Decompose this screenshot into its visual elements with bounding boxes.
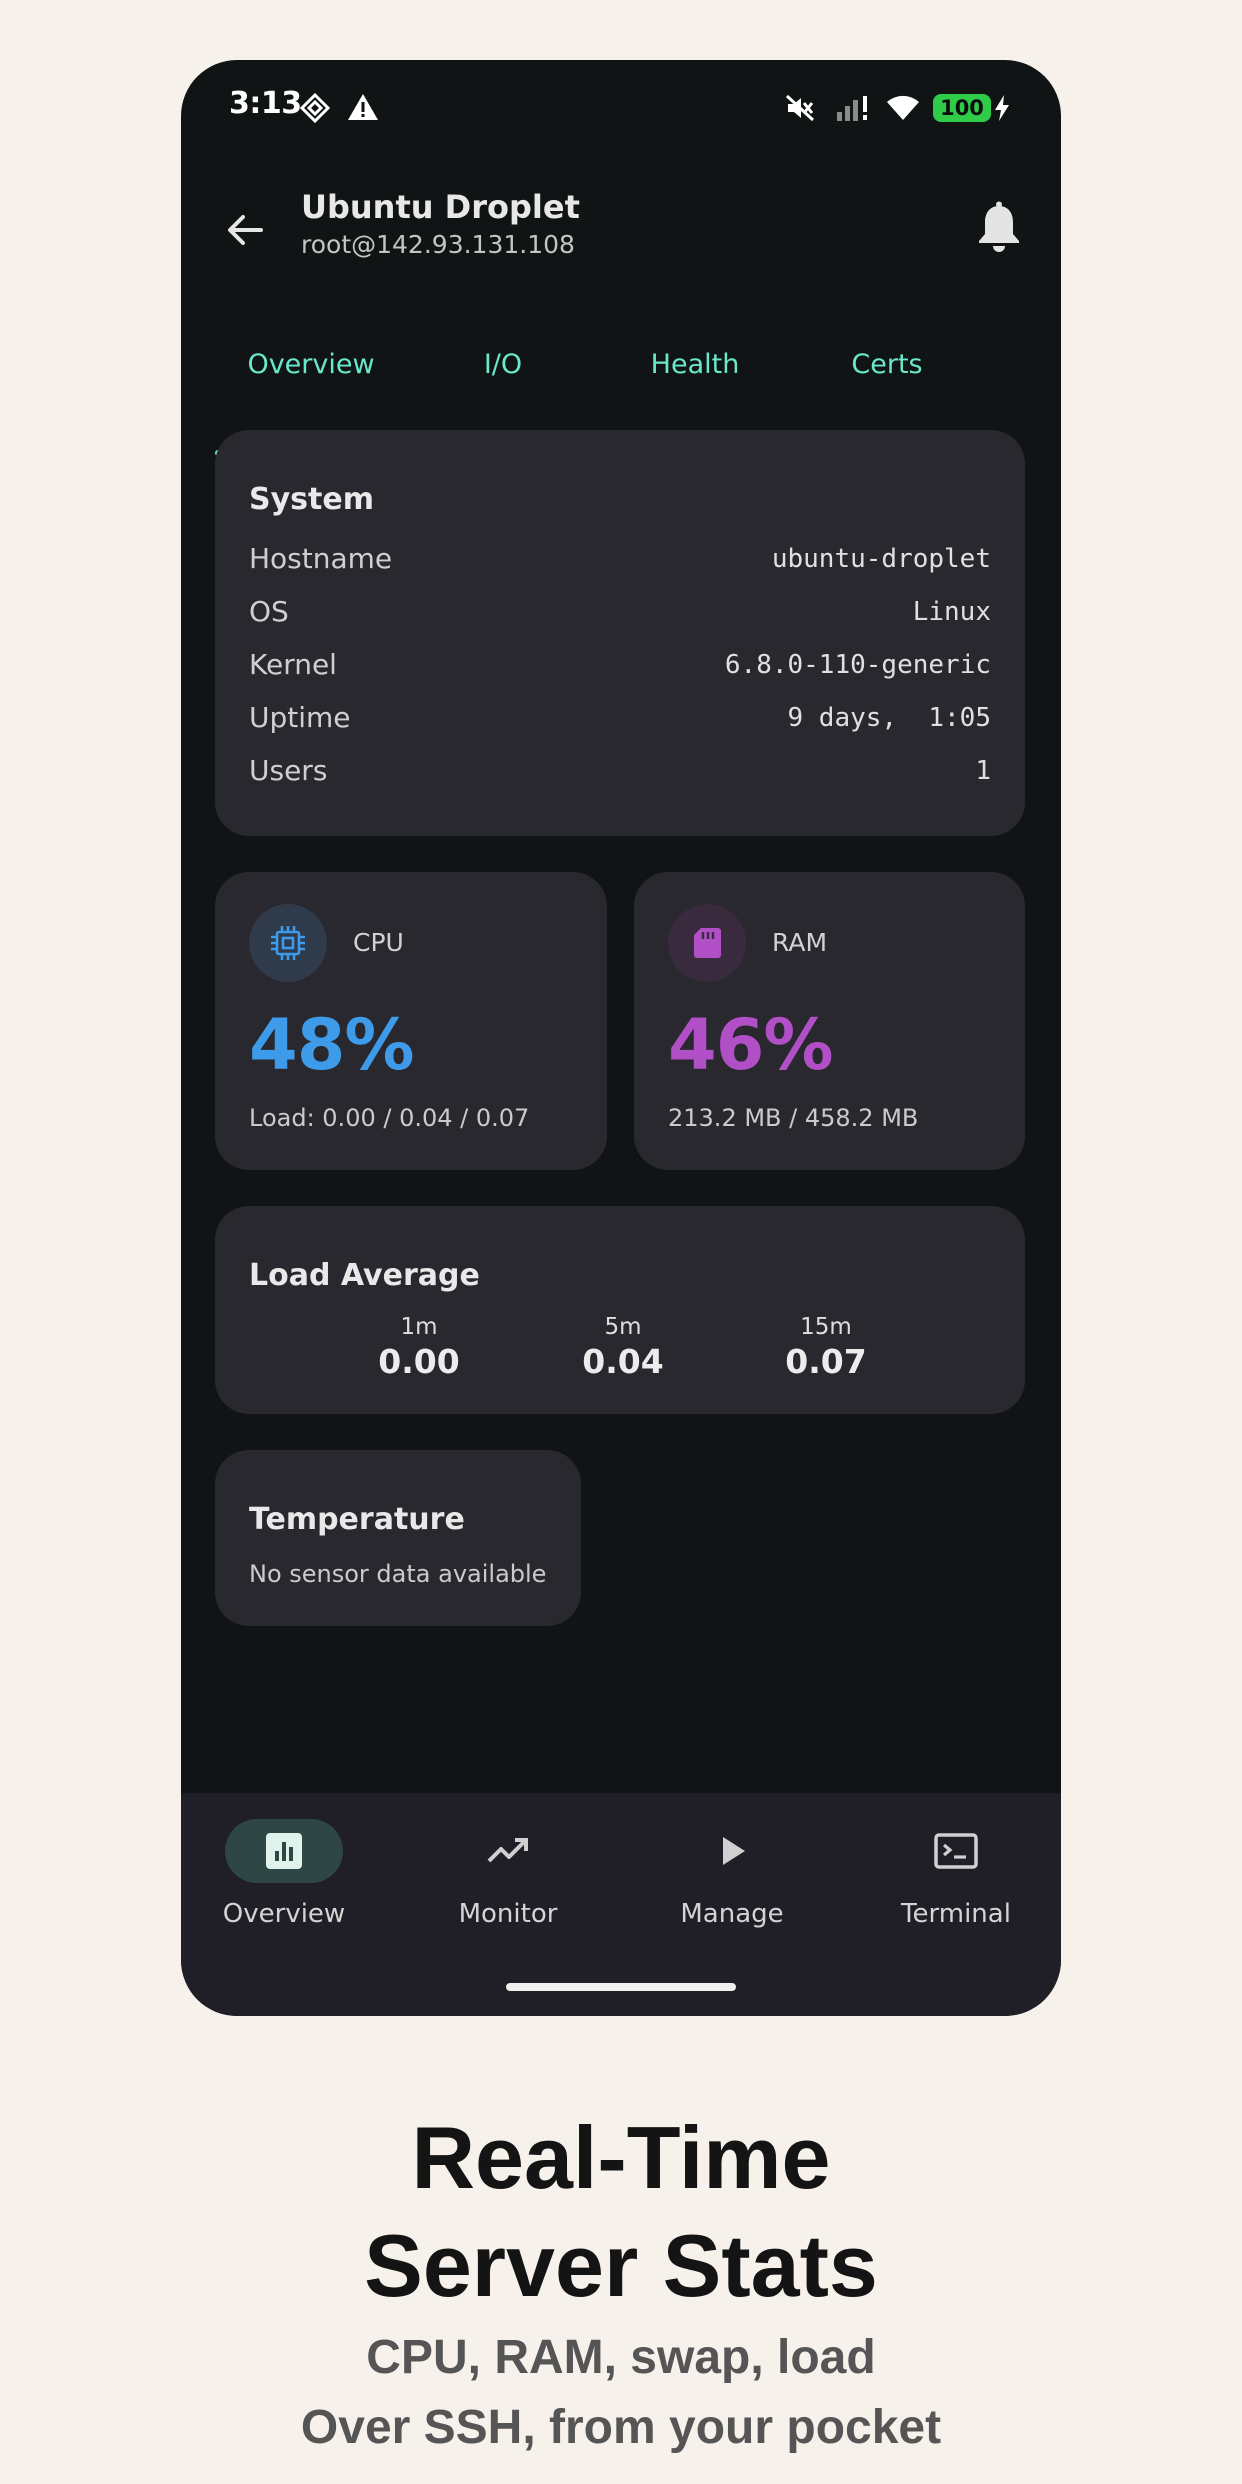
row-label: Kernel [249,648,337,681]
status-time: 3:13 [229,86,302,121]
cpu-load: Load: 0.00 / 0.04 / 0.07 [249,1104,530,1132]
bar-chart-icon [266,1833,302,1869]
promo-title-line2: Server Stats [364,2216,878,2315]
ram-percent: 46% [668,1004,834,1086]
arrow-back-icon[interactable] [217,202,273,258]
nav-active-pill [225,1819,343,1883]
nav-pill [449,1819,567,1883]
wifi-icon [887,95,919,120]
temperature-title: Temperature [249,1502,465,1537]
cpu-card[interactable]: CPU 48% Load: 0.00 / 0.04 / 0.07 [215,872,607,1170]
row-label: Hostname [249,542,393,575]
cpu-chip-icon [271,926,305,960]
load-value: 0.07 [785,1342,867,1381]
server-address: root@142.93.131.108 [301,230,575,259]
load-average-title: Load Average [249,1258,480,1293]
temperature-message: No sensor data available [249,1560,547,1588]
nav-manage[interactable]: Manage [632,1819,832,1929]
row-value: 9 days, 1:05 [787,703,992,733]
nav-overview[interactable]: Overview [184,1819,384,1929]
terminal-icon [934,1833,978,1869]
charging-icon [995,95,1009,121]
load-key: 5m [604,1314,642,1340]
load-1m: 1m 0.00 [339,1314,499,1381]
load-key: 1m [400,1314,438,1340]
signal-icon [837,96,867,121]
ram-usage: 213.2 MB / 458.2 MB [668,1104,919,1132]
row-value: Linux [912,597,991,627]
tab-health[interactable]: Health [599,322,791,408]
nav-monitor[interactable]: Monitor [408,1819,608,1929]
home-indicator[interactable] [506,1983,736,1991]
promo-subtitle-line2: Over SSH, from your pocket [300,2401,942,2454]
tab-io[interactable]: I/O [407,322,599,408]
row-value: 1 [975,756,991,786]
ram-card[interactable]: RAM 46% 213.2 MB / 458.2 MB [634,872,1025,1170]
nav-terminal[interactable]: Terminal [856,1819,1056,1929]
cpu-percent: 48% [249,1004,415,1086]
ram-label: RAM [772,928,828,957]
load-value: 0.00 [378,1342,460,1381]
row-label: Users [249,754,328,787]
bottom-navigation: Overview Monitor Manage Terminal [181,1793,1061,2016]
system-title: System [249,482,374,517]
status-bar: 3:13 100 [181,60,1061,160]
row-label: Uptime [249,701,351,734]
load-5m: 5m 0.04 [543,1314,703,1381]
trending-up-icon [487,1838,528,1863]
load-average-card: Load Average 1m 0.00 5m 0.04 15m 0.07 [215,1206,1025,1414]
row-label: OS [249,595,289,628]
server-title: Ubuntu Droplet [301,188,580,226]
promo-title-line1: Real-Time [411,2108,831,2207]
memory-card-icon [694,928,721,958]
battery-icon: 100 [933,94,991,122]
mute-icon [785,94,815,122]
cpu-icon-badge [249,904,327,982]
tab-certs[interactable]: Certs [791,322,983,408]
row-value: 6.8.0-110-generic [724,650,991,680]
cpu-label: CPU [353,928,404,957]
ram-icon-badge [668,904,746,982]
nav-pill [897,1819,1015,1883]
nav-label: Monitor [458,1899,558,1929]
phone-screen: 3:13 100 Ubuntu Droplet root@142.93.131.… [181,60,1061,2016]
system-card: System Hostname ubuntu-droplet OS Linux … [215,430,1025,836]
nav-label: Overview [222,1899,346,1929]
load-key: 15m [800,1314,852,1340]
promo-subtitle-line1: CPU, RAM, swap, load [366,2331,876,2384]
bell-icon[interactable] [974,200,1024,256]
tab-overview[interactable]: Overview [215,322,407,408]
load-15m: 15m 0.07 [746,1314,906,1381]
load-value: 0.04 [582,1342,664,1381]
row-value: ubuntu-droplet [771,544,991,574]
nav-label: Manage [680,1899,784,1929]
nav-label: Terminal [901,1899,1011,1929]
temperature-card: Temperature No sensor data available [215,1450,581,1626]
play-icon [723,1837,745,1865]
diamond-icon [299,92,331,124]
nav-pill [673,1819,791,1883]
app-header: Ubuntu Droplet root@142.93.131.108 [181,180,1061,300]
warning-icon [348,94,378,120]
